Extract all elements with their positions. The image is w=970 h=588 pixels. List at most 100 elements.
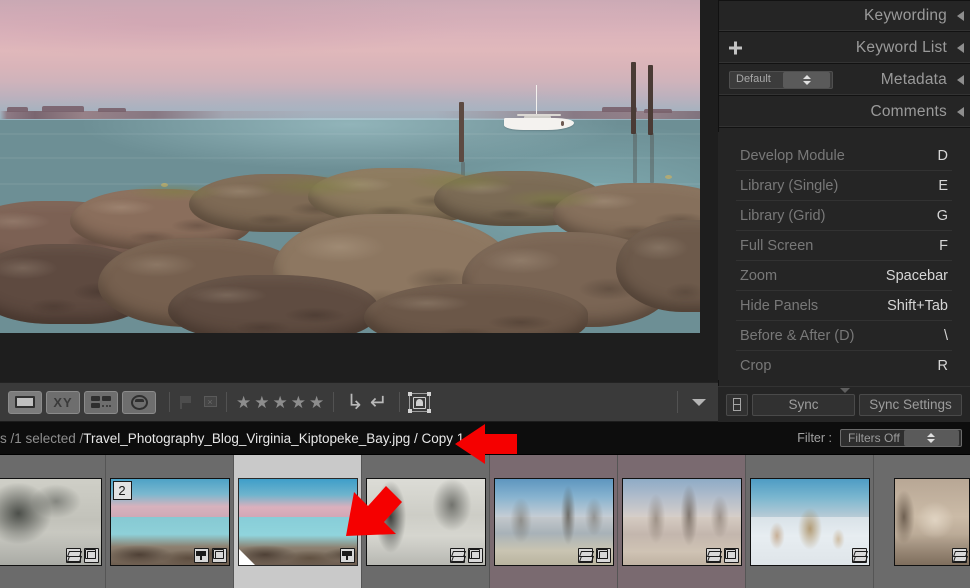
sync-settings-button[interactable]: Sync Settings (859, 393, 962, 416)
crop-overlay-icon[interactable] (408, 391, 432, 413)
thumbnail[interactable] (894, 477, 970, 566)
thumbnail[interactable] (237, 477, 358, 566)
toolbar-dropdown-button[interactable] (677, 391, 706, 413)
panel-title: Comments (870, 102, 947, 120)
filmstrip[interactable]: 2 (0, 455, 970, 588)
crop-badge-icon[interactable] (467, 547, 483, 563)
shortcut-key: Shift+Tab (887, 297, 948, 314)
people-view-button[interactable] (122, 390, 156, 414)
panel-title: Keyword List (855, 38, 947, 56)
toolbar-divider (169, 392, 170, 412)
rotate-right-icon[interactable]: ↳ (346, 392, 364, 413)
crop-badge-icon[interactable] (211, 547, 227, 563)
thumbnail[interactable] (0, 477, 102, 566)
compare-view-button[interactable]: XY (46, 390, 80, 414)
main-photo[interactable] (0, 0, 700, 333)
keyword-badge-icon[interactable] (65, 547, 81, 563)
photo-sailboat (501, 84, 578, 132)
thumb-badges (952, 547, 967, 563)
plus-icon[interactable] (729, 41, 742, 54)
shortcut-key: G (936, 207, 948, 224)
thumb-badges (449, 547, 483, 563)
sync-button[interactable]: Sync (752, 393, 855, 416)
stack-count-badge[interactable]: 2 (112, 480, 132, 500)
photo-rocks (0, 167, 700, 333)
crop-badge-icon[interactable] (723, 547, 739, 563)
face-icon (130, 394, 148, 410)
star-icon[interactable]: ★ (273, 394, 288, 411)
filmstrip-cell[interactable] (0, 455, 106, 588)
shortcut-row: Zoom Spacebar (736, 261, 952, 291)
stepper-icon[interactable] (783, 71, 830, 88)
filmstrip-cell[interactable]: 2 (106, 455, 234, 588)
star-rating[interactable]: ★ ★ ★ ★ ★ (236, 394, 324, 411)
chevron-left-icon[interactable] (957, 106, 964, 117)
keyword-badge-icon[interactable] (851, 547, 867, 563)
survey-view-button[interactable] (84, 390, 118, 414)
crop-badge-icon[interactable] (83, 547, 99, 563)
thumbnail[interactable] (749, 477, 870, 566)
compare-xy-icon: XY (53, 394, 73, 410)
thumbnail[interactable] (365, 477, 486, 566)
filter-select[interactable]: Filters Off (840, 429, 962, 447)
shortcut-row: Before & After (D) \ (736, 321, 952, 351)
thumbnail[interactable]: 2 (109, 477, 230, 566)
adjust-badge-icon[interactable] (339, 547, 355, 563)
chevron-left-icon[interactable] (957, 74, 964, 85)
photo-pane (0, 0, 718, 382)
keyword-badge-icon[interactable] (449, 547, 465, 563)
shortcut-row: Full Screen F (736, 231, 952, 261)
keyword-badge-icon[interactable] (705, 547, 721, 563)
panel-comments[interactable]: Comments (719, 96, 970, 128)
chevron-left-icon[interactable] (957, 11, 964, 21)
thumbnail[interactable] (493, 477, 614, 566)
panel-collapse-caret-icon[interactable] (840, 388, 850, 393)
filmstrip-cell[interactable] (874, 455, 970, 588)
panel-keywording[interactable]: Keywording (719, 0, 970, 32)
loupe-view-button[interactable] (8, 390, 42, 414)
crop-badge-icon[interactable] (595, 547, 611, 563)
filter-group: Filter : Filters Off (797, 429, 962, 447)
chevron-left-icon[interactable] (957, 42, 964, 53)
flag-reject-icon[interactable]: × (203, 395, 217, 409)
keyword-badge-icon[interactable] (952, 547, 967, 563)
toolbar-divider (226, 392, 227, 412)
toolbar-divider (333, 392, 335, 412)
star-icon[interactable]: ★ (309, 394, 324, 411)
photo-buoy (665, 174, 672, 179)
shortcut-name: Full Screen (740, 237, 814, 254)
loupe-icon (15, 396, 35, 408)
shortcut-name: Develop Module (740, 147, 845, 164)
filmstrip-cell[interactable] (746, 455, 874, 588)
shortcut-name: Zoom (740, 267, 778, 284)
photo-moss (406, 170, 518, 193)
selection-count: s /1 selected / (0, 430, 84, 446)
keyword-badge-icon[interactable] (577, 547, 593, 563)
shortcuts-list: Develop Module D Library (Single) E Libr… (718, 132, 970, 380)
rotate-left-icon[interactable]: ↵ (370, 392, 388, 413)
metadata-preset-value: Default (736, 73, 771, 85)
panel-metadata[interactable]: Default Metadata (719, 64, 970, 96)
star-icon[interactable]: ★ (236, 394, 251, 411)
adjust-badge-icon[interactable] (193, 547, 209, 563)
stepper-icon[interactable] (903, 430, 959, 446)
metadata-preset-select[interactable]: Default (729, 70, 833, 89)
thumbnail[interactable] (621, 477, 742, 566)
toolbar-divider (399, 392, 401, 412)
shortcut-name: Before & After (D) (740, 327, 855, 344)
photo-piling (459, 101, 465, 162)
filmstrip-cell[interactable] (618, 455, 746, 588)
auto-sync-toggle[interactable] (726, 393, 748, 416)
chevron-down-icon[interactable] (471, 435, 482, 441)
star-icon[interactable]: ★ (291, 394, 306, 411)
flag-pick-icon[interactable] (179, 395, 193, 409)
photo-land-bump (98, 107, 126, 113)
filmstrip-cell[interactable] (362, 455, 490, 588)
filmstrip-cell[interactable] (490, 455, 618, 588)
panel-keyword-list[interactable]: Keyword List (719, 32, 970, 64)
filmstrip-cell-selected[interactable] (234, 455, 362, 588)
shortcut-key: F (939, 237, 948, 254)
shortcut-name: Crop (740, 357, 772, 374)
star-icon[interactable]: ★ (254, 394, 269, 411)
virtual-copy-corner-icon (238, 548, 255, 565)
